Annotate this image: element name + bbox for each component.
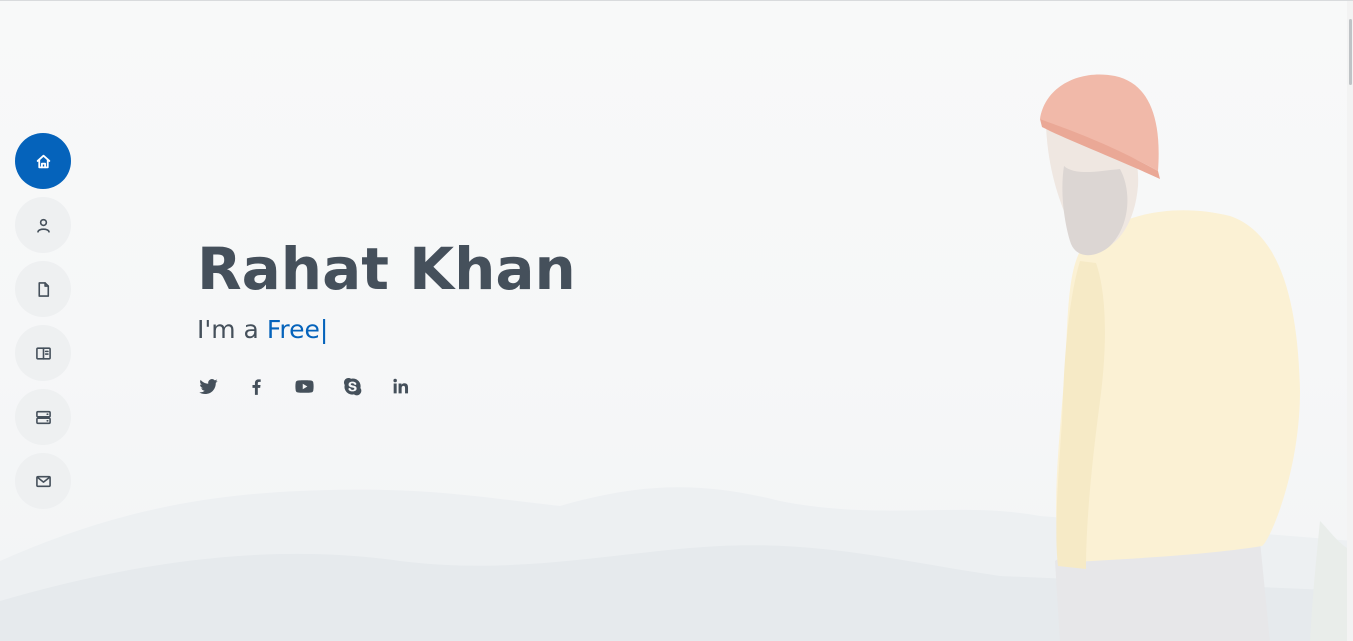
- hero-content: Rahat Khan I'm a Free|: [197, 233, 576, 397]
- youtube-icon: [294, 379, 314, 393]
- person-figure: [1040, 74, 1300, 641]
- nav-services-button[interactable]: [15, 389, 71, 445]
- skype-icon: [343, 377, 361, 395]
- hero-name: Rahat Khan: [197, 235, 576, 303]
- envelope-icon: [35, 475, 51, 487]
- skype-link[interactable]: [341, 375, 363, 397]
- file-icon: [37, 281, 49, 297]
- facebook-link[interactable]: [245, 375, 267, 397]
- twitter-link[interactable]: [197, 375, 219, 397]
- page: Rahat Khan I'm a Free|: [0, 0, 1353, 641]
- scrollbar[interactable]: [1347, 1, 1353, 641]
- facebook-icon: [251, 378, 261, 395]
- nav-about-button[interactable]: [15, 197, 71, 253]
- server-icon: [35, 410, 51, 424]
- side-nav: [15, 133, 71, 509]
- twitter-icon: [198, 378, 218, 394]
- nav-home-button[interactable]: [15, 133, 71, 189]
- home-icon: [36, 154, 50, 168]
- person-icon: [36, 218, 50, 233]
- typed-cursor: |: [319, 315, 329, 344]
- linkedin-icon: [392, 378, 408, 393]
- hero-tagline: I'm a Free|: [197, 313, 576, 347]
- nav-portfolio-button[interactable]: [15, 325, 71, 381]
- book-icon: [35, 346, 51, 360]
- typed-text: Free: [266, 315, 320, 344]
- tagline-prefix: I'm a: [197, 315, 267, 344]
- linkedin-link[interactable]: [389, 375, 411, 397]
- social-links: [197, 375, 576, 397]
- scrollbar-thumb[interactable]: [1349, 19, 1352, 85]
- youtube-link[interactable]: [293, 375, 315, 397]
- nav-contact-button[interactable]: [15, 453, 71, 509]
- nav-resume-button[interactable]: [15, 261, 71, 317]
